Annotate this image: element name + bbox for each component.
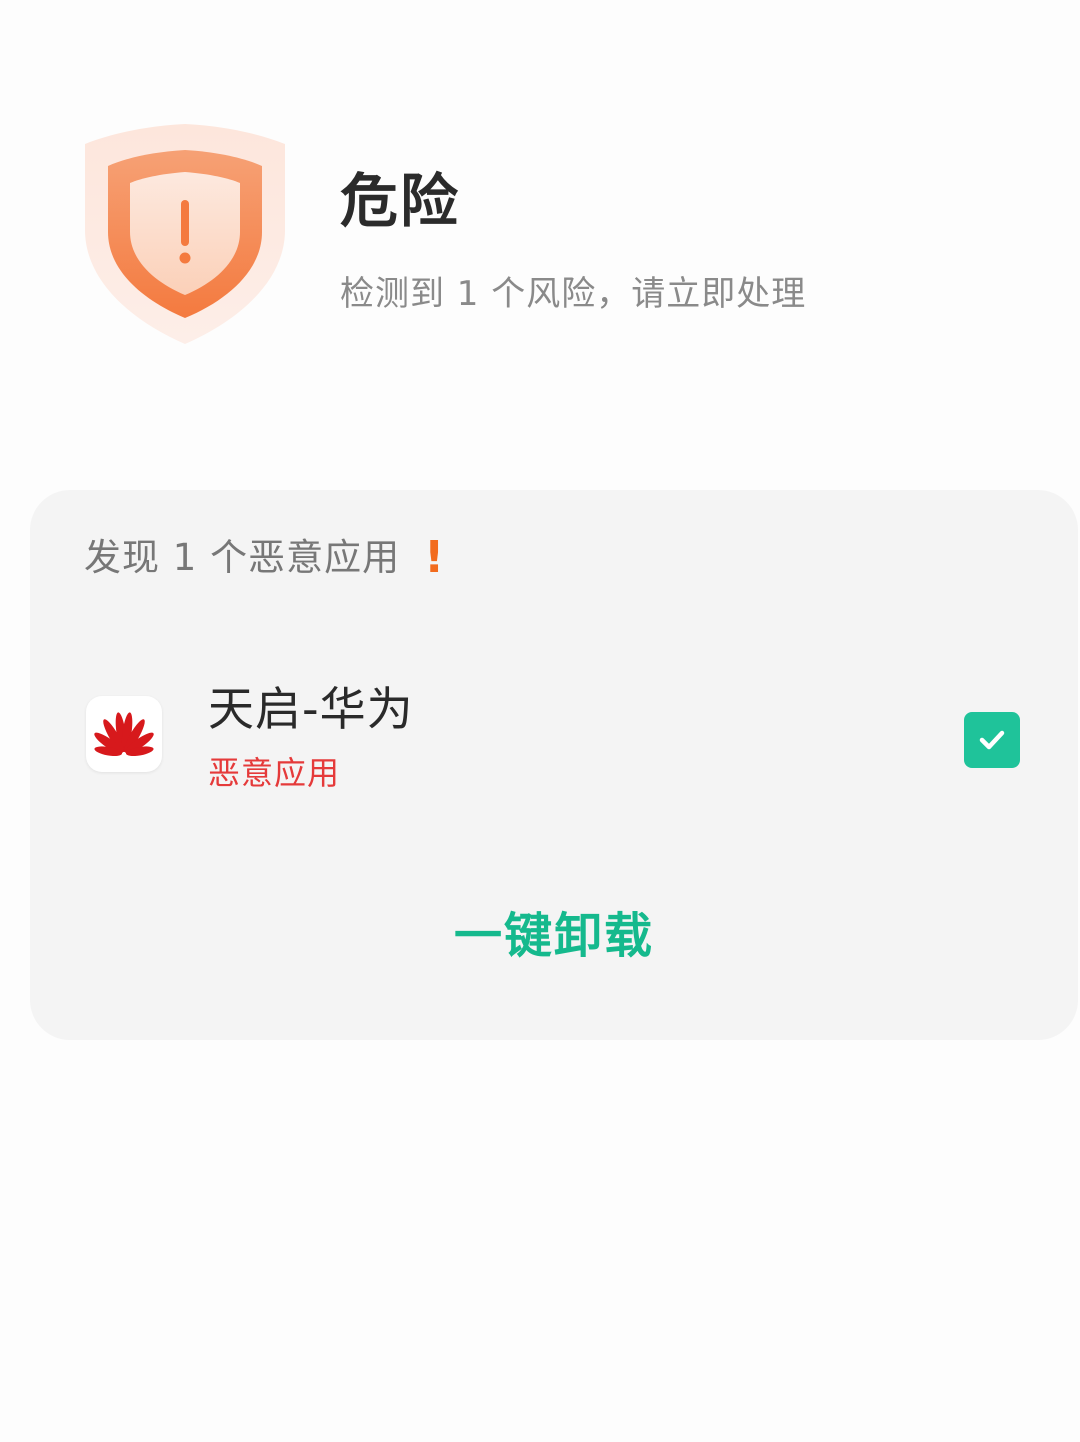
- app-select-checkbox[interactable]: [964, 712, 1020, 768]
- app-threat-tag: 恶意应用: [208, 754, 341, 792]
- checkmark-icon: [979, 730, 1005, 750]
- list-item[interactable]: 天启-华为 恶意应用: [86, 684, 1046, 800]
- app-name: 天启-华为: [208, 682, 414, 736]
- status-title: 危险: [340, 167, 461, 235]
- security-scan-result-page: 危险 检测到 1 个风险，请立即处理 发现 1 个恶意应用 ! 天启-华为 恶意…: [0, 0, 1080, 1442]
- huawei-logo-icon: [86, 696, 162, 772]
- card-heading: 发现 1 个恶意应用 !: [84, 536, 445, 580]
- status-description: 检测到 1 个风险，请立即处理: [340, 274, 807, 314]
- malicious-apps-card: 发现 1 个恶意应用 ! 天启-华为 恶意应用 一键卸载: [30, 490, 1078, 1040]
- one-click-uninstall-button[interactable]: 一键卸载: [30, 910, 1078, 963]
- card-heading-text: 发现 1 个恶意应用: [84, 535, 401, 579]
- warning-exclamation-icon: !: [424, 532, 446, 583]
- danger-shield-icon: [80, 120, 290, 348]
